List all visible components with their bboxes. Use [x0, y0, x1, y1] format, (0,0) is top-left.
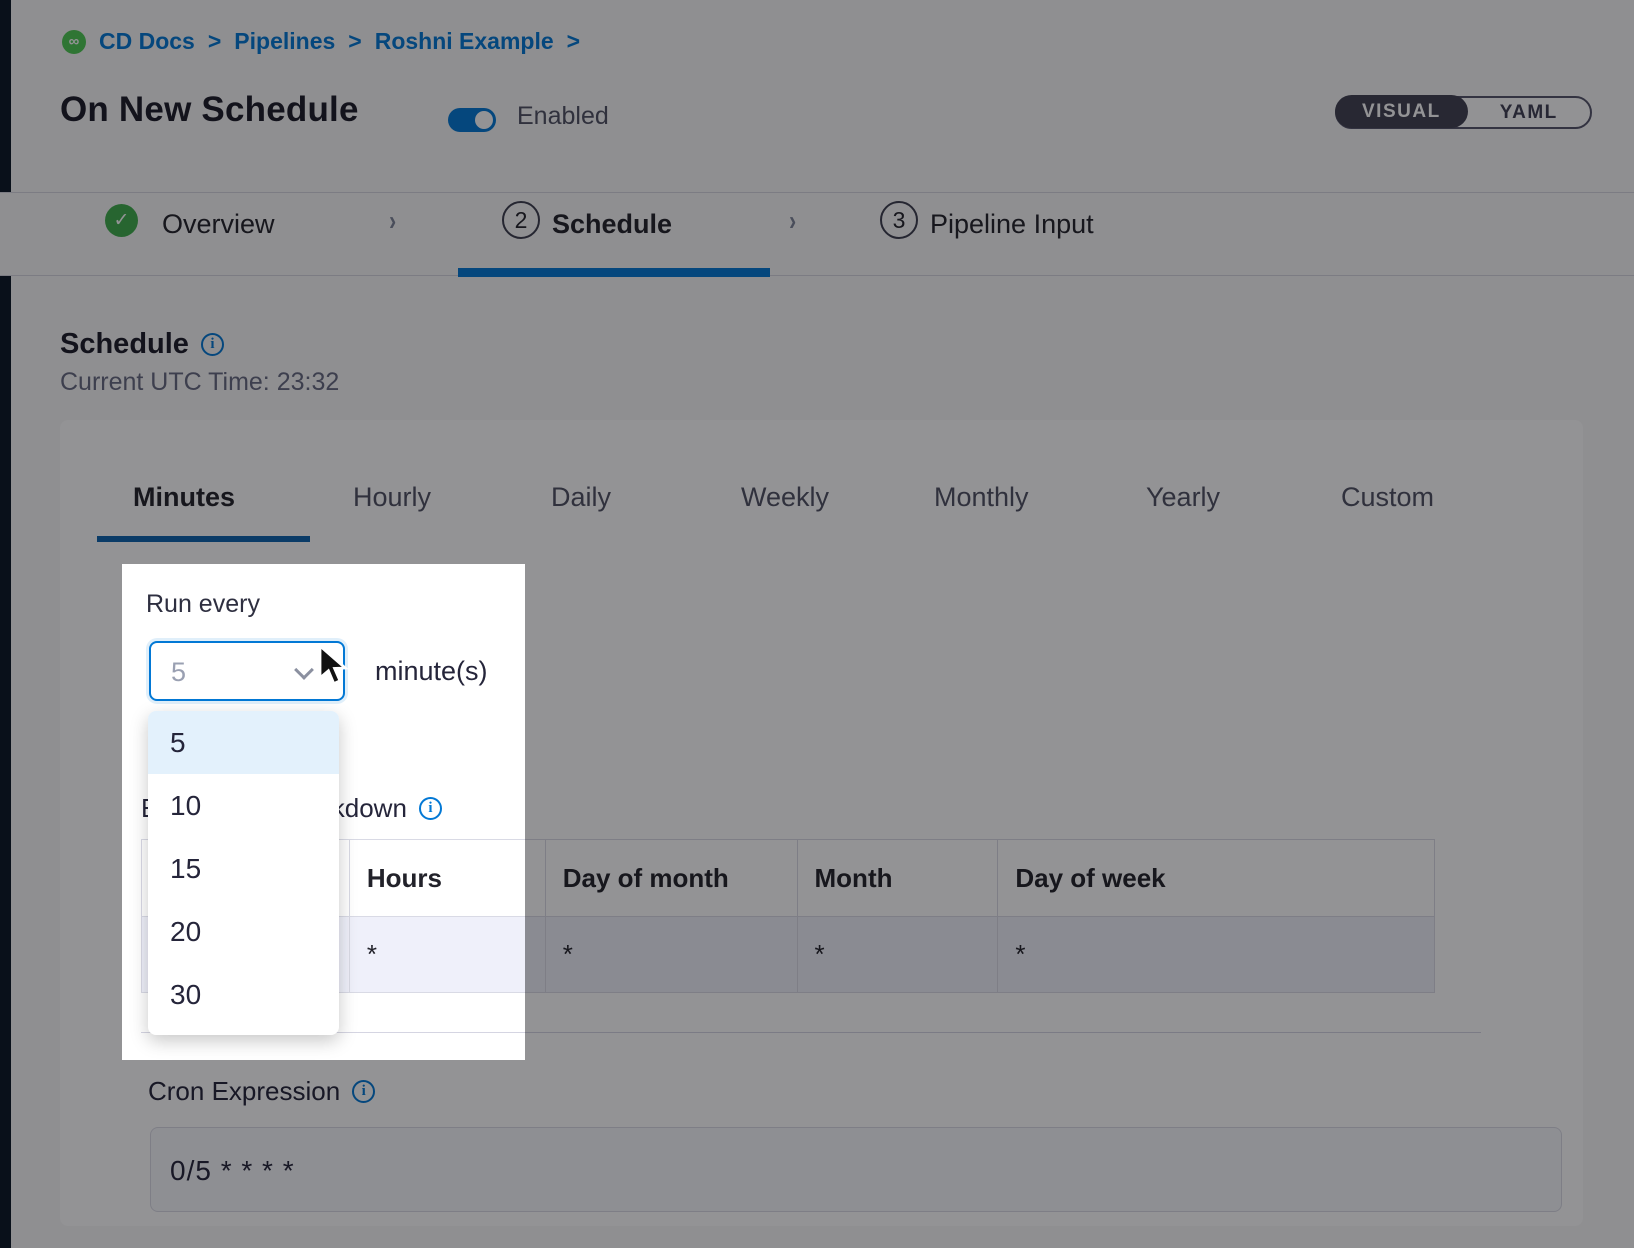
- current-utc-time: Current UTC Time: 23:32: [60, 368, 339, 397]
- tab-custom[interactable]: Custom: [1341, 482, 1434, 513]
- active-tab-underline: [97, 536, 310, 542]
- breadcrumb-link-pipelines[interactable]: Pipelines: [234, 28, 335, 55]
- run-every-label: Run every: [146, 590, 260, 619]
- chevron-right-icon: ›: [789, 205, 796, 237]
- trigger-schedule-page: ∞ CD Docs > Pipelines > Roshni Example >…: [0, 0, 1634, 1248]
- toggle-knob: [475, 111, 493, 129]
- tab-daily[interactable]: Daily: [551, 482, 611, 513]
- column-header-month: Month: [798, 840, 999, 917]
- active-step-indicator: [458, 268, 770, 277]
- minutes-select[interactable]: 5: [149, 641, 345, 701]
- cron-expression-header: Cron Expression i: [148, 1076, 375, 1107]
- cron-expression-input[interactable]: 0/5 * * * *: [150, 1127, 1562, 1212]
- enabled-label: Enabled: [517, 102, 609, 131]
- info-icon[interactable]: i: [419, 797, 442, 820]
- info-icon[interactable]: i: [201, 333, 224, 356]
- wizard-step-pipeline-input[interactable]: Pipeline Input: [930, 209, 1094, 240]
- tab-minutes[interactable]: Minutes: [133, 482, 235, 513]
- view-mode-toggle: VISUAL YAML: [1335, 96, 1592, 129]
- schedule-heading: Schedule: [60, 328, 189, 361]
- cell-day-of-week-value: *: [998, 917, 1435, 993]
- nav-rail: [0, 0, 11, 1248]
- step-2-number: 2: [502, 201, 540, 239]
- page-title: On New Schedule: [60, 90, 359, 130]
- section-divider: [141, 1032, 1481, 1033]
- wizard-bar: ✓ Overview › 2 Schedule › 3 Pipeline Inp…: [0, 192, 1634, 276]
- minutes-select-value: 5: [171, 657, 186, 688]
- chevron-right-icon: ›: [389, 205, 396, 237]
- chevron-down-icon: [294, 660, 314, 680]
- yaml-button[interactable]: YAML: [1468, 102, 1590, 124]
- wizard-step-overview[interactable]: Overview: [162, 209, 275, 240]
- step-complete-check-icon: ✓: [105, 204, 138, 237]
- minutes-unit-label: minute(s): [375, 656, 488, 687]
- breadcrumb-link-project[interactable]: CD Docs: [99, 28, 195, 55]
- breadcrumb-separator: >: [208, 28, 221, 55]
- wizard-step-schedule[interactable]: Schedule: [552, 209, 672, 240]
- tab-monthly[interactable]: Monthly: [934, 482, 1029, 513]
- dropdown-option-20[interactable]: 20: [148, 900, 339, 963]
- column-header-day-of-month: Day of month: [546, 840, 798, 917]
- cron-expression-label: Cron Expression: [148, 1076, 340, 1107]
- visual-button[interactable]: VISUAL: [1335, 95, 1468, 128]
- tab-yearly[interactable]: Yearly: [1146, 482, 1220, 513]
- tab-hourly[interactable]: Hourly: [353, 482, 431, 513]
- schedule-section-header: Schedule i: [60, 328, 224, 361]
- column-header-hours: Hours: [350, 840, 546, 917]
- dropdown-option-30[interactable]: 30: [148, 963, 339, 1026]
- dropdown-option-15[interactable]: 15: [148, 837, 339, 900]
- tab-weekly[interactable]: Weekly: [741, 482, 829, 513]
- breadcrumb: ∞ CD Docs > Pipelines > Roshni Example >: [62, 28, 580, 55]
- cell-month-value: *: [798, 917, 999, 993]
- enabled-toggle[interactable]: [448, 108, 496, 132]
- breadcrumb-separator: >: [348, 28, 361, 55]
- cell-day-of-month-value: *: [546, 917, 798, 993]
- column-header-day-of-week: Day of week: [998, 840, 1435, 917]
- step-3-number: 3: [880, 201, 918, 239]
- info-icon[interactable]: i: [352, 1080, 375, 1103]
- pipeline-icon: ∞: [62, 30, 86, 54]
- cell-hours-value: *: [350, 917, 546, 993]
- dropdown-option-10[interactable]: 10: [148, 774, 339, 837]
- dropdown-option-5[interactable]: 5: [148, 711, 339, 774]
- minutes-dropdown-menu: 5 10 15 20 30: [148, 711, 339, 1035]
- breadcrumb-separator: >: [567, 28, 580, 55]
- breadcrumb-link-pipeline[interactable]: Roshni Example: [375, 28, 554, 55]
